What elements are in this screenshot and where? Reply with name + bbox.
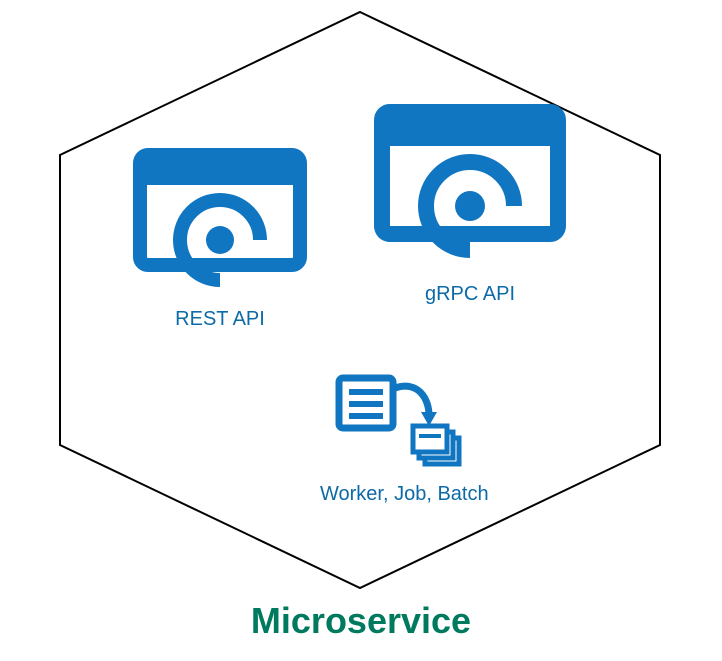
node-grpc-api: gRPC API: [370, 100, 570, 306]
hexagon-outline: [0, 0, 722, 661]
rest-api-label: REST API: [130, 308, 310, 331]
diagram-title: Microservice: [0, 600, 722, 642]
rest-api-icon: [130, 145, 310, 295]
worker-job-batch-icon: [329, 370, 479, 470]
node-rest-api: REST API: [130, 145, 310, 331]
grpc-api-label: gRPC API: [370, 283, 570, 306]
grpc-api-icon: [370, 100, 570, 270]
node-worker: Worker, Job, Batch: [320, 370, 489, 506]
worker-label: Worker, Job, Batch: [320, 483, 489, 506]
diagram-canvas: REST API gRPC API Worker, Job, Ba: [0, 0, 722, 661]
